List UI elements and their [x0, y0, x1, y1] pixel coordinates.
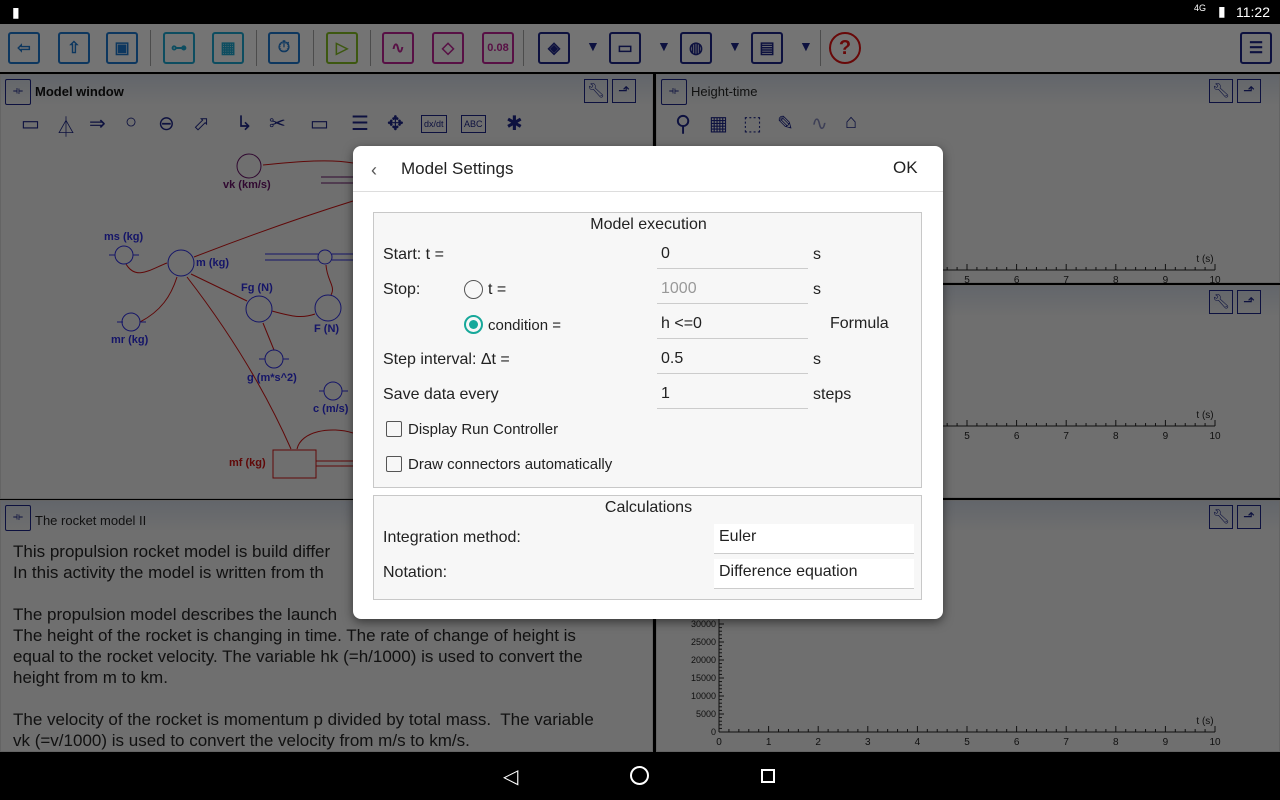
model-execution-section: Model execution Start: t = 0 s Stop: t =… — [373, 212, 922, 488]
back-nav-icon[interactable]: ◁ — [503, 764, 518, 789]
home-icon[interactable] — [630, 766, 649, 785]
run-controller-label: Display Run Controller — [408, 421, 559, 438]
navigation-bar: ◁ — [0, 752, 1280, 800]
step-label: Step interval: Δt = — [383, 351, 510, 368]
method-label: Integration method: — [383, 529, 521, 546]
condition-radio[interactable] — [464, 315, 483, 334]
unit: s — [813, 281, 821, 298]
divider — [353, 191, 943, 192]
save-input[interactable]: 1 — [657, 383, 808, 409]
unit: s — [813, 246, 821, 263]
integration-method-select[interactable]: Euler — [714, 524, 914, 554]
stop-label: Stop: — [383, 281, 421, 298]
calculations-section: Calculations Integration method: Euler N… — [373, 495, 922, 600]
formula-button[interactable]: Formula — [830, 315, 889, 333]
steps-unit: steps — [813, 386, 852, 403]
recents-icon[interactable] — [761, 769, 775, 783]
notation-label: Notation: — [383, 564, 448, 581]
start-label: Start: t = — [383, 246, 444, 263]
condition-label: condition = — [488, 317, 561, 334]
start-input[interactable]: 0 — [657, 243, 808, 269]
run-controller-checkbox[interactable] — [386, 421, 402, 437]
dialog-title: Model Settings — [401, 159, 514, 178]
connectors-label: Draw connectors automatically — [408, 456, 613, 473]
notation-select[interactable]: Difference equation — [714, 559, 914, 589]
model-settings-dialog: ‹ Model Settings OK Model execution Star… — [353, 146, 943, 619]
step-input[interactable]: 0.5 — [657, 348, 808, 374]
connectors-checkbox[interactable] — [386, 456, 402, 472]
condition-input[interactable]: h <=0 — [657, 313, 808, 339]
save-label: Save data every — [383, 386, 499, 403]
section-title: Model execution — [590, 216, 707, 233]
stop-time-label: t = — [488, 281, 507, 298]
ok-button[interactable]: OK — [893, 158, 918, 178]
unit: s — [813, 351, 821, 368]
stop-time-radio[interactable] — [464, 280, 483, 299]
section-title: Calculations — [604, 499, 693, 516]
stop-time-input[interactable]: 1000 — [657, 278, 808, 304]
back-icon[interactable]: ‹ — [371, 160, 377, 181]
